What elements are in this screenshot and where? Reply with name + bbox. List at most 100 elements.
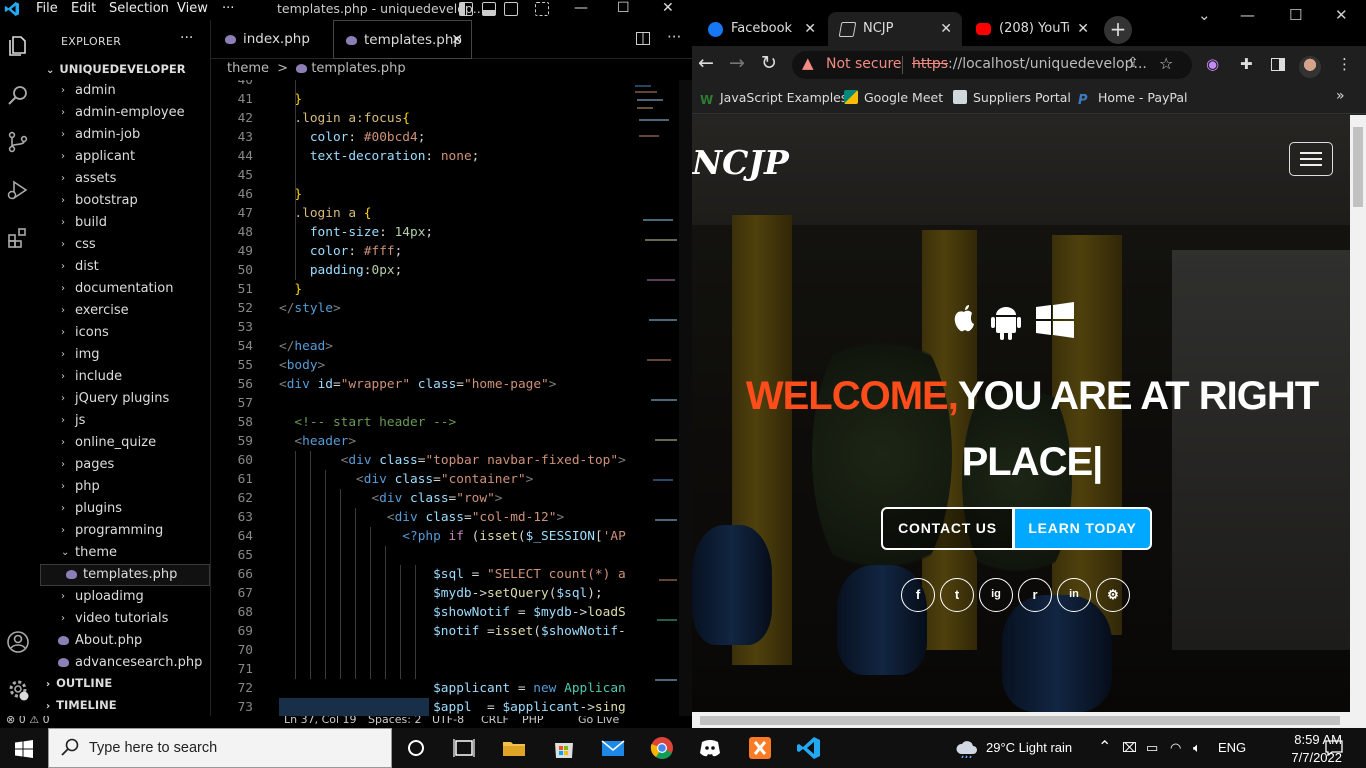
tree-item[interactable]: › applicant [40,146,210,168]
tree-item[interactable]: › documentation [40,278,210,300]
tab-facebook[interactable]: Facebook ✕ [696,12,826,46]
menu-view[interactable]: View [177,1,208,16]
tree-item[interactable]: › css [40,234,210,256]
linkedin-social-icon[interactable]: in [1057,578,1091,612]
tree-item[interactable]: › online_quize [40,432,210,454]
vscode-taskbar-icon[interactable] [795,734,823,762]
extensions-puzzle-icon[interactable]: ✚ [1240,55,1253,73]
code-line[interactable]: 64 <?php if (isset($_SESSION['AP [211,527,631,546]
tree-item[interactable]: advancesearch.php [40,652,210,674]
tree-item[interactable]: › admin-job [40,124,210,146]
bookmark-suppliers-portal[interactable]: Suppliers Portal [953,90,1071,105]
code-line[interactable]: 57 [211,394,631,413]
side-panel-icon[interactable] [1271,58,1285,71]
settings-social-icon[interactable]: ⚙ [1096,578,1130,612]
extensions-icon[interactable] [6,226,30,250]
windows-start-icon[interactable] [15,740,33,758]
bookmark-javascript-examples[interactable]: W JavaScript Examples [700,90,847,107]
tree-item[interactable]: › icons [40,322,210,344]
tree-item[interactable]: › admin [40,80,210,102]
menu-selection[interactable]: Selection [109,1,169,16]
meet-now-icon[interactable]: ⌧ [1122,740,1137,756]
code-line[interactable]: 73 $appl = $applicant->sing [211,698,631,716]
address-bar[interactable]: ▲ Not secure https://localhost/uniquedev… [792,51,1192,79]
code-line[interactable]: 59 <header> [211,432,631,451]
file-explorer-icon[interactable] [500,734,528,762]
tab-search-chevron-icon[interactable]: ⌄ [1198,6,1211,24]
code-line[interactable]: 55 <body> [211,356,631,375]
facebook-social-icon[interactable]: f [901,578,935,612]
code-line[interactable]: 68 $showNotif = $mydb->loadS [211,603,631,622]
toggle-secondary-sidebar-icon[interactable] [504,2,518,16]
notification-center-icon[interactable] [1325,739,1343,757]
tab-ncjp[interactable]: NCJP ✕ [828,12,962,46]
manage-gear-icon[interactable] [6,677,30,701]
code-line[interactable]: 47 .login a { [211,204,631,223]
contact-us-button[interactable]: CONTACT US [881,507,1014,550]
close-tab-icon[interactable]: ✕ [1077,12,1089,46]
tree-item[interactable]: › programming [40,520,210,542]
mail-icon[interactable] [599,734,627,762]
bookmarks-overflow-button[interactable]: » [1336,88,1345,104]
code-editor[interactable]: 40 41 } 42 .login a:focus{43 color: #00bcd… [211,80,631,716]
code-line[interactable]: 49 color: #fff; [211,242,631,261]
code-line[interactable]: 69 $notif =isset($showNotif- [211,622,631,641]
more-actions-icon[interactable]: ··· [667,28,681,46]
encoding[interactable]: UTF-8 [432,716,464,726]
breadcrumb-file[interactable]: templates.php [311,61,405,76]
tree-item[interactable]: › php [40,476,210,498]
code-line[interactable]: 58 <!-- start header --> [211,413,631,432]
outline-section[interactable]: › OUTLINE [46,676,112,690]
taskbar-search-box[interactable]: Type here to search [48,728,392,768]
close-tab-icon[interactable]: ✕ [804,12,816,46]
minimap[interactable] [633,80,677,716]
instagram-social-icon[interactable]: ig [979,578,1013,612]
editor-scrollbar[interactable] [679,80,692,716]
tree-item[interactable]: templates.php [40,564,210,586]
site-logo[interactable]: NCJP [692,143,789,182]
maximize-button[interactable]: ☐ [617,0,630,16]
problems-count[interactable]: ⊗ 0 ⚠ 0 [6,716,50,726]
root-folder[interactable]: ⌄ UNIQUEDEVELOPER [46,62,186,76]
code-line[interactable]: 71 [211,660,631,679]
code-line[interactable]: 60 <div class="topbar navbar-fixed-top"> [211,451,631,470]
code-line[interactable]: 54 </head> [211,337,631,356]
learn-today-button[interactable]: LEARN TODAY [1013,507,1152,550]
code-line[interactable]: 56 <div id="wrapper" class="home-page"> [211,375,631,394]
tree-item[interactable]: › pages [40,454,210,476]
code-line[interactable]: 51 } [211,280,631,299]
run-debug-icon[interactable] [6,178,30,202]
code-line[interactable]: 70 [211,641,631,660]
maximize-button[interactable]: ☐ [1289,6,1302,24]
chrome-menu-icon[interactable]: ⋮ [1337,55,1352,73]
tree-item[interactable]: › include [40,366,210,388]
show-hidden-icons-chevron-icon[interactable]: ⌃ [1098,737,1111,757]
timeline-section[interactable]: › TIMELINE [46,698,117,712]
code-line[interactable]: 41 } [211,90,631,109]
tree-item[interactable]: › video tutorials [40,608,210,630]
forward-arrow-icon[interactable]: → [729,52,745,74]
tree-item[interactable]: › plugins [40,498,210,520]
search-icon[interactable] [6,83,30,107]
share-icon[interactable]: ⇪ [1127,55,1139,71]
navbar-toggle-button[interactable] [1289,142,1333,176]
xampp-icon[interactable] [746,734,774,762]
microsoft-store-icon[interactable] [550,734,578,762]
page-vertical-scrollbar[interactable] [1350,115,1366,712]
bookmark-star-icon[interactable]: ☆ [1159,54,1173,73]
page-horizontal-scrollbar[interactable] [692,712,1366,728]
volume-icon[interactable]: 🔈︎ [1193,740,1201,756]
chrome-icon[interactable] [648,734,676,762]
code-line[interactable]: 63 <div class="col-md-12"> [211,508,631,527]
tree-item[interactable]: › dist [40,256,210,278]
tree-item[interactable]: › build [40,212,210,234]
code-line[interactable]: 42 .login a:focus{ [211,109,631,128]
new-tab-button[interactable]: + [1104,16,1132,44]
code-line[interactable]: 45 [211,166,631,185]
code-line[interactable]: 46 } [211,185,631,204]
back-arrow-icon[interactable]: ← [698,52,714,74]
menu-file[interactable]: File [36,1,58,16]
end-of-line[interactable]: CRLF [481,716,509,726]
code-line[interactable]: 44 text-decoration: none; [211,147,631,166]
media-cast-icon[interactable]: ◉ [1206,55,1219,73]
